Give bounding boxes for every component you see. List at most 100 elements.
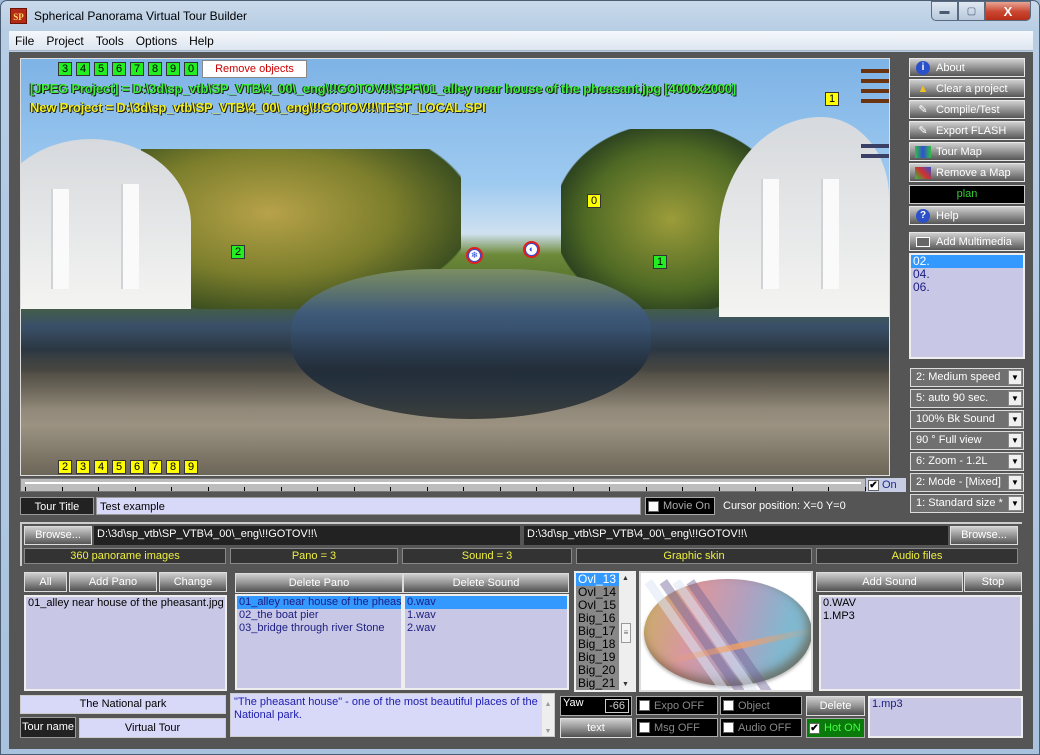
hot-audio-list[interactable]: 1.mp3 — [868, 696, 1023, 738]
chevron-down-icon[interactable]: ▼ — [1008, 475, 1022, 490]
menu-project[interactable]: Project — [40, 34, 89, 48]
about-button[interactable]: i About — [909, 58, 1025, 77]
remove-objects-button[interactable]: Remove objects — [202, 60, 307, 78]
menu-tools[interactable]: Tools — [90, 34, 130, 48]
skin-list-scrollbar[interactable]: ▲ ≡ ▼ — [619, 573, 634, 690]
marker-bottom[interactable]: 6 — [130, 460, 144, 474]
tour-title-input[interactable]: Test example — [96, 497, 641, 515]
bk-sound-select[interactable]: 100% Bk Sound ▼ — [910, 410, 1024, 429]
images-path[interactable]: D:\3d\sp_vtb\SP_VTB\4_00\_eng\!!GOTOV!!\ — [94, 526, 520, 545]
hot-checkbox[interactable]: ✔ Hot ON — [806, 718, 865, 738]
chevron-down-icon[interactable]: ▼ — [1008, 412, 1022, 427]
audio-checkbox[interactable]: Audio OFF — [720, 718, 802, 737]
yaw-value[interactable]: -66 — [605, 699, 629, 713]
browse-images-button[interactable]: Browse... — [24, 526, 92, 545]
browse-skin-button[interactable]: Browse... — [950, 526, 1018, 545]
checkbox-unchecked-icon[interactable] — [723, 700, 734, 711]
marker-top[interactable]: 0 — [184, 62, 198, 76]
audio-files-list[interactable]: 0.WAV 1.MP3 — [819, 595, 1022, 691]
auto-rotate-select[interactable]: 5: auto 90 sec. ▼ — [910, 389, 1024, 408]
compile-test-button[interactable]: ✎ Compile/Test — [909, 100, 1025, 119]
marker-top[interactable]: 4 — [76, 62, 90, 76]
chevron-down-icon[interactable]: ▼ — [1008, 433, 1022, 448]
marker-bottom[interactable]: 8 — [166, 460, 180, 474]
media-hotspot-icon[interactable]: ◐ — [523, 241, 540, 258]
marker-top[interactable]: 8 — [148, 62, 162, 76]
list-item[interactable]: 0.WAV — [821, 597, 1020, 610]
list-item[interactable]: 02_the boat pier — [237, 609, 401, 622]
marker-top[interactable]: 3 — [58, 62, 72, 76]
remove-map-button[interactable]: Remove a Map — [909, 163, 1025, 182]
sound-list[interactable]: 0.wav 1.wav 2.wav — [403, 594, 569, 690]
delete-button[interactable]: Delete — [806, 696, 865, 716]
scroll-thumb[interactable]: ≡ — [621, 623, 631, 643]
checkbox-checked-icon[interactable]: ✔ — [868, 479, 879, 491]
menu-file[interactable]: File — [9, 34, 40, 48]
snowflake-hotspot-icon[interactable]: ❄ — [466, 247, 483, 264]
export-flash-button[interactable]: ✎ Export FLASH — [909, 121, 1025, 140]
checkbox-unchecked-icon[interactable] — [648, 500, 659, 512]
view-slider[interactable] — [20, 478, 866, 492]
expo-checkbox[interactable]: Expo OFF — [636, 696, 718, 715]
movie-on-checkbox[interactable]: Movie On — [645, 497, 715, 515]
delete-sound-button[interactable]: Delete Sound — [403, 573, 569, 593]
size-select[interactable]: 1: Standard size * ▼ — [910, 494, 1024, 513]
marker-bottom[interactable]: 4 — [94, 460, 108, 474]
marker-bottom[interactable]: 5 — [112, 460, 126, 474]
chevron-down-icon[interactable]: ▼ — [1008, 370, 1022, 385]
clear-project-button[interactable]: ▲ Clear a project — [909, 79, 1025, 98]
list-item[interactable]: 01_alley near house of the pheasant.jpg — [26, 597, 225, 610]
scroll-down-icon[interactable]: ▼ — [622, 681, 629, 688]
help-button[interactable]: ? Help — [909, 206, 1025, 225]
object-checkbox[interactable]: Object — [720, 696, 802, 715]
msg-checkbox[interactable]: Msg OFF — [636, 718, 718, 737]
all-button[interactable]: All — [24, 572, 67, 592]
panorama-viewer[interactable]: 3 4 5 6 7 8 9 0 Remove objects [JPEG Pro… — [20, 58, 890, 476]
close-button[interactable]: X — [985, 1, 1031, 21]
hotspot-marker[interactable]: 0 — [587, 194, 601, 208]
delete-pano-button[interactable]: Delete Pano — [235, 573, 403, 593]
mode-select[interactable]: 2: Mode - [Mixed] ▼ — [910, 473, 1024, 492]
list-item[interactable]: 04. — [911, 268, 1023, 281]
list-item[interactable]: 1.mp3 — [870, 698, 1021, 711]
list-item[interactable]: 2.wav — [405, 622, 567, 635]
marker-top[interactable]: 5 — [94, 62, 108, 76]
checkbox-unchecked-icon[interactable] — [639, 722, 650, 733]
text-button[interactable]: text — [560, 718, 632, 738]
maximize-button[interactable]: ▢ — [958, 1, 985, 21]
multimedia-list[interactable]: 02. 04. 06. — [909, 253, 1025, 359]
list-item[interactable]: 02. — [911, 255, 1023, 268]
speed-select[interactable]: 2: Medium speed ▼ — [910, 368, 1024, 387]
list-item[interactable]: 01_alley near house of the pheasant — [237, 596, 401, 609]
list-item[interactable]: 1.wav — [405, 609, 567, 622]
zoom-select[interactable]: 6: Zoom - 1.2L ▼ — [910, 452, 1024, 471]
hotspot-marker[interactable]: 1 — [653, 255, 667, 269]
add-sound-button[interactable]: Add Sound — [816, 572, 963, 592]
on-checkbox[interactable]: ✔ On — [866, 478, 906, 492]
chevron-down-icon[interactable]: ▼ — [1008, 496, 1022, 511]
marker-top[interactable]: 6 — [112, 62, 126, 76]
slider-track[interactable] — [25, 482, 861, 484]
list-item[interactable]: 03_bridge through river Stone — [237, 622, 401, 635]
scroll-up-icon[interactable]: ▲ — [542, 698, 554, 711]
checkbox-unchecked-icon[interactable] — [639, 700, 650, 711]
tour-map-button[interactable]: Tour Map — [909, 142, 1025, 161]
menu-options[interactable]: Options — [130, 34, 183, 48]
menu-help[interactable]: Help — [183, 34, 220, 48]
description-textarea[interactable]: "The pheasant house" - one of the most b… — [230, 693, 555, 737]
add-pano-button[interactable]: Add Pano — [69, 572, 157, 592]
view-angle-select[interactable]: 90 ° Full view ▼ — [910, 431, 1024, 450]
checkbox-unchecked-icon[interactable] — [723, 722, 734, 733]
marker-bottom[interactable]: 3 — [76, 460, 90, 474]
skin-path[interactable]: D:\3d\sp_vtb\SP_VTB\4_00\_eng\!!GOTOV!!\ — [524, 526, 948, 545]
minimize-button[interactable]: ▬ — [931, 1, 958, 21]
location-field[interactable]: The National park — [20, 695, 226, 714]
stop-button[interactable]: Stop — [964, 572, 1022, 592]
pano-list[interactable]: 01_alley near house of the pheasant 02_t… — [235, 594, 403, 690]
scroll-down-icon[interactable]: ▼ — [542, 725, 554, 738]
marker-bottom[interactable]: 7 — [148, 460, 162, 474]
add-multimedia-button[interactable]: Add Multimedia — [909, 232, 1025, 251]
marker-top[interactable]: 9 — [166, 62, 180, 76]
chevron-down-icon[interactable]: ▼ — [1008, 454, 1022, 469]
marker-bottom[interactable]: 9 — [184, 460, 198, 474]
